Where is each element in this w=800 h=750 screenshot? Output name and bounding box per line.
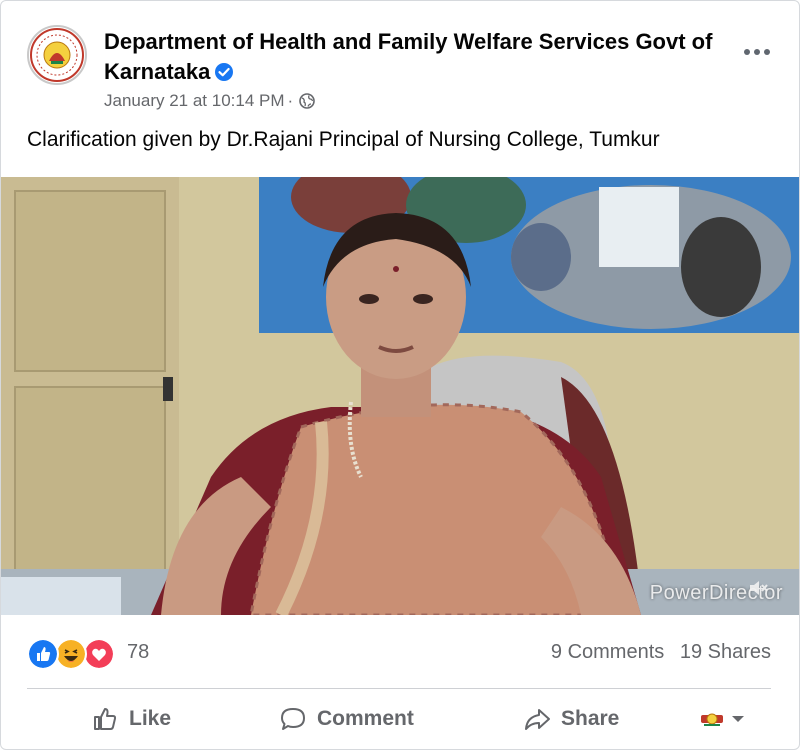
action-bar: Like Comment Share [27, 697, 771, 741]
page-name-text[interactable]: Department of Health and Family Welfare … [104, 29, 712, 84]
stats-divider [27, 688, 771, 689]
like-reaction-icon [27, 638, 59, 670]
page-avatar[interactable] [27, 25, 87, 85]
share-label: Share [561, 707, 620, 730]
more-dot-icon [744, 49, 750, 55]
comment-button[interactable]: Comment [279, 697, 414, 741]
share-button[interactable]: Share [523, 697, 619, 741]
more-options-button[interactable] [737, 37, 777, 67]
post-header: Department of Health and Family Welfare … [27, 21, 777, 117]
meta-separator: · [287, 91, 294, 110]
speaker-icon[interactable] [747, 577, 769, 599]
video-player[interactable]: PowerDirector [1, 177, 799, 615]
engagement-counts: 9 Comments 19 Shares [541, 641, 771, 664]
shares-count[interactable]: 19 Shares [680, 641, 771, 663]
comments-count[interactable]: 9 Comments [551, 641, 664, 663]
post-stats: 78 9 Comments 19 Shares [27, 635, 771, 671]
more-dot-icon [764, 49, 770, 55]
karnataka-emblem-icon [30, 28, 84, 82]
more-dot-icon [754, 49, 760, 55]
reaction-count[interactable]: 78 [127, 641, 149, 664]
comment-label: Comment [317, 707, 414, 730]
post-card: Department of Health and Family Welfare … [0, 0, 800, 750]
like-label: Like [129, 707, 172, 730]
comment-bubble-icon [281, 708, 305, 730]
globe-icon[interactable] [299, 93, 315, 109]
post-meta: January 21 at 10:14 PM · [104, 91, 315, 111]
post-caption: Clarification given by Dr.Rajani Princip… [27, 128, 660, 151]
share-arrow-icon [525, 709, 550, 730]
page-name[interactable]: Department of Health and Family Welfare … [104, 27, 714, 87]
thumbs-up-icon [94, 708, 117, 730]
page-emblem-small-icon [701, 713, 723, 726]
video-frame [1, 177, 799, 615]
haha-reaction-icon [55, 638, 87, 670]
like-button[interactable]: Like [91, 697, 171, 741]
post-timestamp[interactable]: January 21 at 10:14 PM [104, 91, 285, 110]
love-reaction-icon [83, 638, 115, 670]
react-as-selector[interactable] [699, 706, 751, 732]
chevron-down-icon [732, 716, 744, 722]
verified-badge-icon [215, 63, 234, 81]
